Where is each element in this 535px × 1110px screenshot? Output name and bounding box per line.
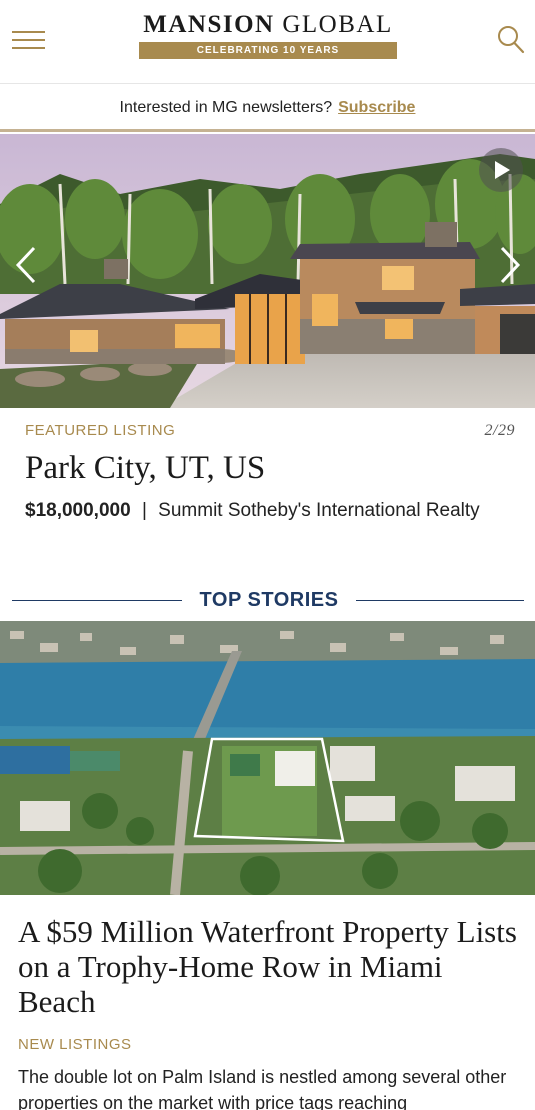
listing-meta: FEATURED LISTING 2/29 — [25, 422, 515, 442]
listing-details: $18,000,000 | Summit Sotheby's Internati… — [25, 498, 505, 524]
site-logo[interactable]: MANSION GLOBAL CELEBRATING 10 YEARS — [139, 10, 397, 62]
hamburger-menu-icon[interactable] — [12, 28, 46, 52]
site-header: MANSION GLOBAL CELEBRATING 10 YEARS — [0, 0, 535, 84]
newsletter-banner: Interested in MG newsletters? Subscribe — [0, 84, 535, 132]
carousel-counter: 2/29 — [484, 422, 515, 439]
divider-line — [12, 600, 182, 601]
story-summary: The double lot on Palm Island is nestled… — [18, 1067, 507, 1110]
top-stories-heading: TOP STORIES — [12, 586, 524, 614]
newsletter-prompt: Interested in MG newsletters? — [119, 99, 333, 116]
story-image[interactable] — [0, 621, 535, 895]
featured-listing-image[interactable] — [0, 134, 535, 408]
search-icon[interactable] — [496, 24, 526, 56]
carousel-next-arrow-icon[interactable] — [492, 242, 528, 288]
divider-line — [356, 600, 524, 601]
story-headline[interactable]: A $59 Million Waterfront Property Lists … — [18, 914, 518, 1019]
section-title: TOP STORIES — [199, 589, 339, 611]
featured-listing-label: FEATURED LISTING — [25, 422, 176, 439]
subscribe-link[interactable]: Subscribe — [338, 99, 415, 116]
logo-tagline: CELEBRATING 10 YEARS — [139, 42, 397, 59]
listing-title[interactable]: Park City, UT, US — [25, 450, 265, 487]
carousel-prev-arrow-icon[interactable] — [10, 242, 46, 288]
play-video-icon[interactable] — [479, 148, 523, 192]
listing-price: $18,000,000 — [25, 500, 131, 521]
logo-wordmark: MANSION GLOBAL — [143, 11, 393, 38]
listing-agency: Summit Sotheby's International Realty — [158, 500, 480, 521]
story-category[interactable]: NEW LISTINGS — [18, 1036, 132, 1053]
listing-separator: | — [141, 500, 147, 521]
